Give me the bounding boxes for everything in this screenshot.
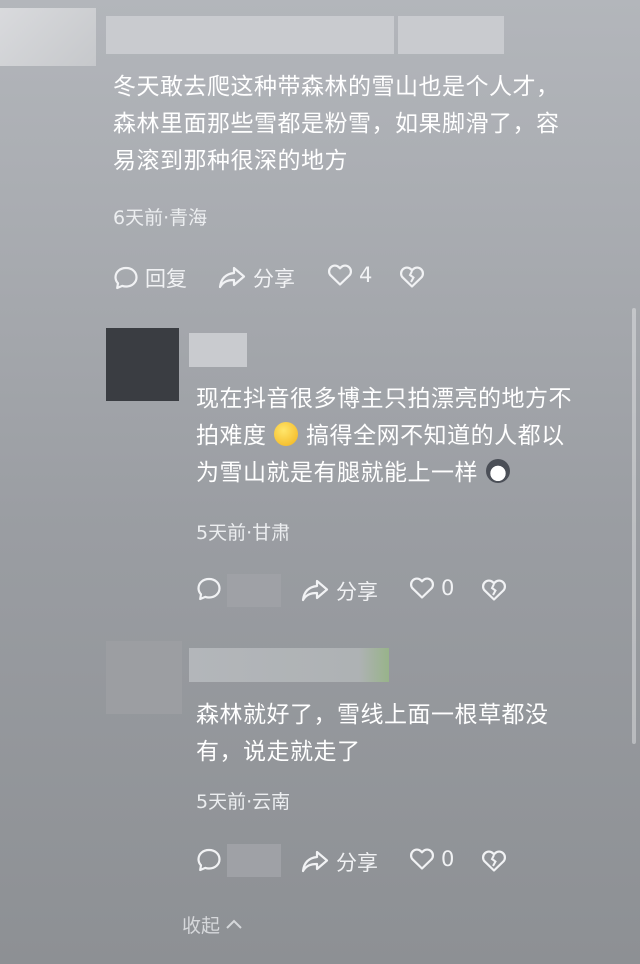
username-masked[interactable] [189, 648, 389, 682]
avatar[interactable] [106, 328, 179, 401]
collapse-label: 收起 [182, 915, 221, 937]
username-masked[interactable] [189, 333, 247, 367]
share-button[interactable]: 分享 [217, 263, 295, 293]
username-masked-tag [398, 16, 504, 54]
like-button[interactable]: 4 [327, 263, 372, 287]
avatar[interactable] [0, 8, 96, 66]
like-button[interactable]: 0 [409, 576, 454, 600]
heart-icon [409, 576, 435, 600]
like-count: 0 [441, 576, 455, 600]
share-label: 分享 [336, 580, 378, 604]
broken-heart-icon [481, 578, 507, 602]
chevron-up-icon [224, 914, 244, 936]
share-arrow-icon [300, 849, 330, 875]
heart-icon [327, 263, 353, 287]
scrollbar[interactable] [632, 308, 636, 744]
broken-heart-icon [399, 265, 425, 289]
dislike-button[interactable] [481, 849, 507, 873]
broken-heart-icon [481, 849, 507, 873]
like-button[interactable]: 0 [409, 847, 454, 871]
collapse-button[interactable]: 收起 [182, 911, 244, 938]
comment-meta: 5天前·甘肃 [196, 522, 291, 544]
share-label: 分享 [336, 851, 378, 875]
reply-button[interactable] [196, 847, 222, 873]
cat-emoji-icon [485, 459, 510, 483]
share-arrow-icon [300, 578, 330, 604]
comment-text: 现在抖音很多博主只拍漂亮的地方不 拍难度 搞得全网不知道的人都以 为雪山就是有腿… [196, 386, 572, 486]
username-masked[interactable] [106, 16, 394, 54]
comment-text: 森林就好了，雪线上面一根草都没 有，说走就走了 [196, 702, 549, 765]
dislike-button[interactable] [481, 578, 507, 602]
comment-meta: 6天前·青海 [113, 207, 208, 229]
speech-bubble-icon [113, 265, 139, 291]
speech-bubble-icon [196, 576, 222, 602]
reply-button[interactable]: 回复 [113, 263, 187, 293]
speech-bubble-icon [196, 847, 222, 873]
smirk-emoji-icon [274, 422, 299, 446]
reply-label-masked [227, 574, 281, 607]
like-count: 0 [441, 847, 455, 871]
share-arrow-icon [217, 265, 247, 291]
share-button[interactable]: 分享 [300, 576, 378, 606]
comment-text: 冬天敢去爬这种带森林的雪山也是个人才， 森林里面那些雪都是粉雪，如果脚滑了，容 … [113, 74, 560, 174]
share-button[interactable]: 分享 [300, 847, 378, 877]
comment-meta: 5天前·云南 [196, 791, 291, 813]
avatar[interactable] [106, 641, 182, 714]
reply-button[interactable] [196, 576, 222, 602]
reply-label: 回复 [145, 267, 187, 291]
share-label: 分享 [253, 267, 295, 291]
reply-label-masked [227, 844, 281, 877]
like-count: 4 [359, 263, 373, 287]
dislike-button[interactable] [399, 265, 425, 289]
heart-icon [409, 847, 435, 871]
